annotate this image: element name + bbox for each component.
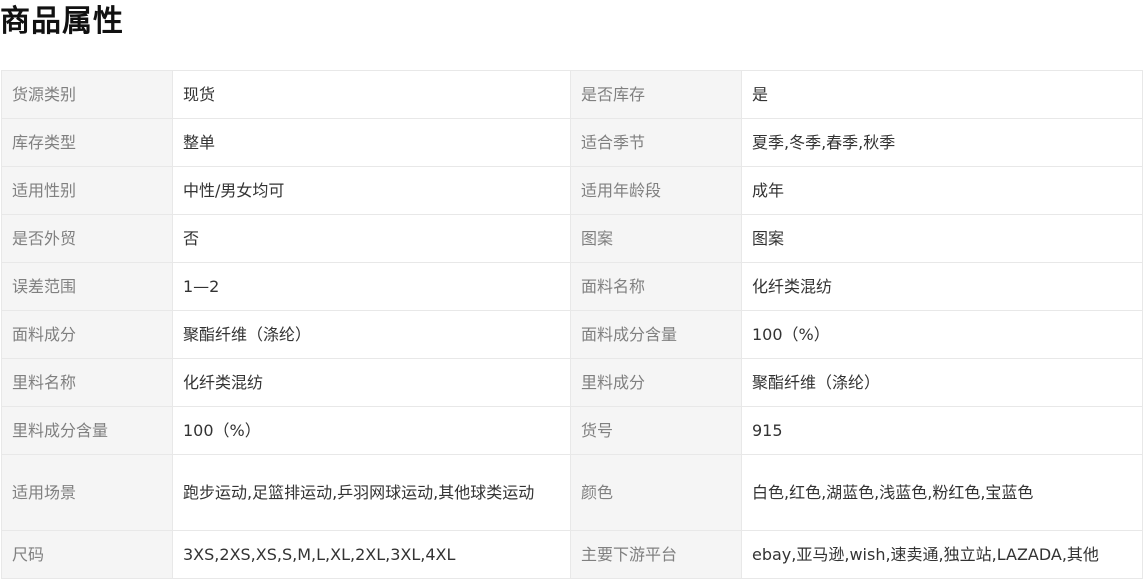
table-row: 是否外贸 否 图案 图案 xyxy=(1,214,1143,263)
section-title: 商品属性 xyxy=(0,4,124,39)
table-row: 适用场景 跑步运动,足篮排运动,乒羽网球运动,其他球类运动 颜色 白色,红色,湖… xyxy=(1,454,1143,531)
attr-label-scenario: 适用场景 xyxy=(1,454,173,531)
attr-value-in-stock: 是 xyxy=(741,70,1143,119)
attr-value-stock-type: 整单 xyxy=(172,118,571,167)
table-row: 里料名称 化纤类混纺 里料成分 聚酯纤维（涤纶） xyxy=(1,358,1143,407)
table-row: 尺码 3XS,2XS,XS,S,M,L,XL,2XL,3XL,4XL 主要下游平… xyxy=(1,530,1143,579)
attr-label-foreign-trade: 是否外贸 xyxy=(1,214,173,263)
attr-value-item-number: 915 xyxy=(741,406,1143,455)
table-row: 货源类别 现货 是否库存 是 xyxy=(1,70,1143,119)
attr-value-gender: 中性/男女均可 xyxy=(172,166,571,215)
attr-value-source-type: 现货 xyxy=(172,70,571,119)
attr-value-platform: ebay,亚马逊,wish,速卖通,独立站,LAZADA,其他 xyxy=(741,530,1143,579)
attr-value-age-group: 成年 xyxy=(741,166,1143,215)
attr-value-tolerance: 1—2 xyxy=(172,262,571,311)
attr-label-platform: 主要下游平台 xyxy=(570,530,742,579)
attr-label-fabric-name: 面料名称 xyxy=(570,262,742,311)
attr-value-size: 3XS,2XS,XS,S,M,L,XL,2XL,3XL,4XL xyxy=(172,530,571,579)
attr-label-pattern: 图案 xyxy=(570,214,742,263)
attr-label-lining-composition: 里料成分 xyxy=(570,358,742,407)
table-row: 里料成分含量 100（%） 货号 915 xyxy=(1,406,1143,455)
attr-label-gender: 适用性别 xyxy=(1,166,173,215)
attr-value-pattern: 图案 xyxy=(741,214,1143,263)
attr-value-foreign-trade: 否 xyxy=(172,214,571,263)
attr-label-size: 尺码 xyxy=(1,530,173,579)
attr-value-fabric-name: 化纤类混纺 xyxy=(741,262,1143,311)
attr-label-age-group: 适用年龄段 xyxy=(570,166,742,215)
attr-label-tolerance: 误差范围 xyxy=(1,262,173,311)
attr-label-stock-type: 库存类型 xyxy=(1,118,173,167)
attr-value-season: 夏季,冬季,春季,秋季 xyxy=(741,118,1143,167)
attr-label-lining-name: 里料名称 xyxy=(1,358,173,407)
attr-value-fabric-composition: 聚酯纤维（涤纶） xyxy=(172,310,571,359)
attr-value-lining-composition: 聚酯纤维（涤纶） xyxy=(741,358,1143,407)
attr-value-fabric-content: 100（%） xyxy=(741,310,1143,359)
attr-value-lining-name: 化纤类混纺 xyxy=(172,358,571,407)
attr-label-fabric-content: 面料成分含量 xyxy=(570,310,742,359)
attr-label-fabric-composition: 面料成分 xyxy=(1,310,173,359)
table-row: 适用性别 中性/男女均可 适用年龄段 成年 xyxy=(1,166,1143,215)
attr-value-color: 白色,红色,湖蓝色,浅蓝色,粉红色,宝蓝色 xyxy=(741,454,1143,531)
attr-label-item-number: 货号 xyxy=(570,406,742,455)
attr-label-season: 适合季节 xyxy=(570,118,742,167)
attribute-table: 货源类别 现货 是否库存 是 库存类型 整单 适合季节 夏季,冬季,春季,秋季 … xyxy=(1,70,1143,579)
table-row: 面料成分 聚酯纤维（涤纶） 面料成分含量 100（%） xyxy=(1,310,1143,359)
attr-value-lining-content: 100（%） xyxy=(172,406,571,455)
attr-label-lining-content: 里料成分含量 xyxy=(1,406,173,455)
table-row: 误差范围 1—2 面料名称 化纤类混纺 xyxy=(1,262,1143,311)
attr-label-color: 颜色 xyxy=(570,454,742,531)
table-row: 库存类型 整单 适合季节 夏季,冬季,春季,秋季 xyxy=(1,118,1143,167)
attr-label-in-stock: 是否库存 xyxy=(570,70,742,119)
attr-label-source-type: 货源类别 xyxy=(1,70,173,119)
attr-value-scenario: 跑步运动,足篮排运动,乒羽网球运动,其他球类运动 xyxy=(172,454,571,531)
